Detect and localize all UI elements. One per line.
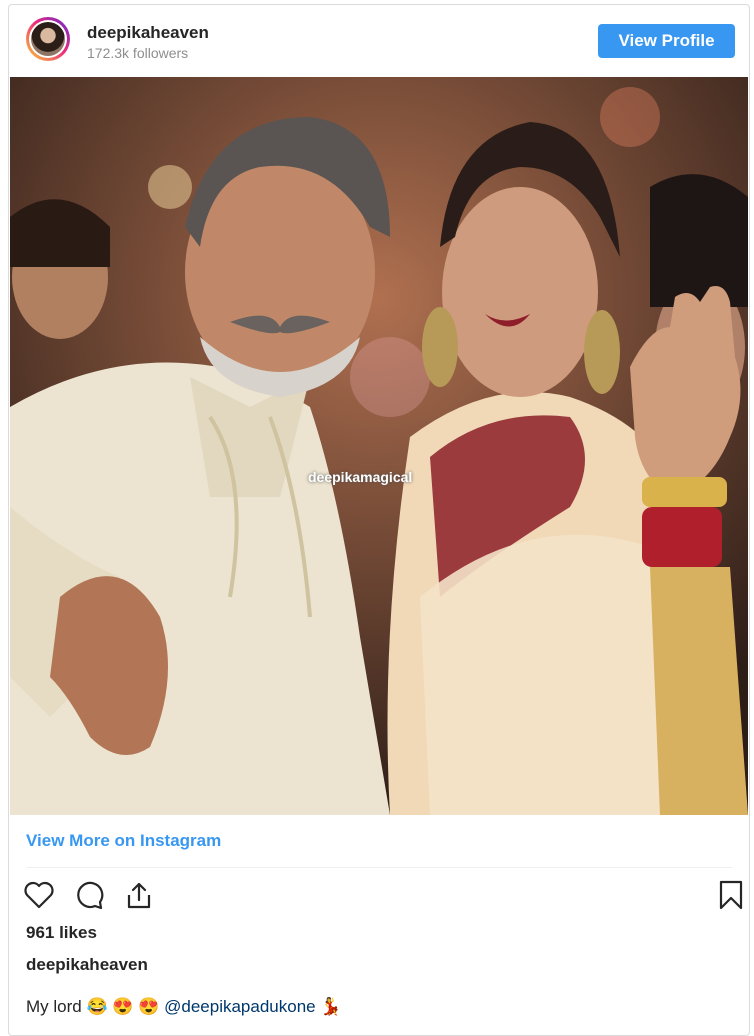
instagram-embed-card: deepikaheaven 172.3k followers View Prof… (8, 4, 750, 1036)
post-caption: My lord 😂 😍 😍 @deepikapadukone 💃 (26, 997, 342, 1017)
post-image-illustration (10, 77, 748, 815)
post-header: deepikaheaven 172.3k followers View Prof… (9, 5, 749, 77)
image-watermark: deepikamagical (308, 469, 413, 485)
bookmark-icon[interactable] (715, 879, 747, 911)
avatar-ring (29, 20, 67, 58)
view-more-link[interactable]: View More on Instagram (26, 831, 221, 851)
caption-mention-link[interactable]: @deepikapadukone (164, 997, 316, 1016)
share-icon[interactable] (123, 879, 155, 911)
view-profile-button[interactable]: View Profile (598, 24, 735, 58)
avatar-photo (31, 22, 65, 56)
like-count[interactable]: 961 likes (26, 923, 97, 943)
caption-emoji: 💃 (315, 997, 342, 1016)
follower-count: 172.3k followers (87, 45, 189, 61)
post-image[interactable]: deepikamagical (10, 77, 748, 815)
post-owner[interactable]: deepikaheaven (26, 955, 148, 975)
username[interactable]: deepikaheaven (87, 23, 209, 43)
caption-text: My lord 😂 😍 😍 (26, 997, 165, 1016)
divider (26, 867, 732, 868)
comment-icon[interactable] (73, 879, 105, 911)
avatar[interactable] (26, 17, 70, 61)
heart-icon[interactable] (23, 879, 55, 911)
